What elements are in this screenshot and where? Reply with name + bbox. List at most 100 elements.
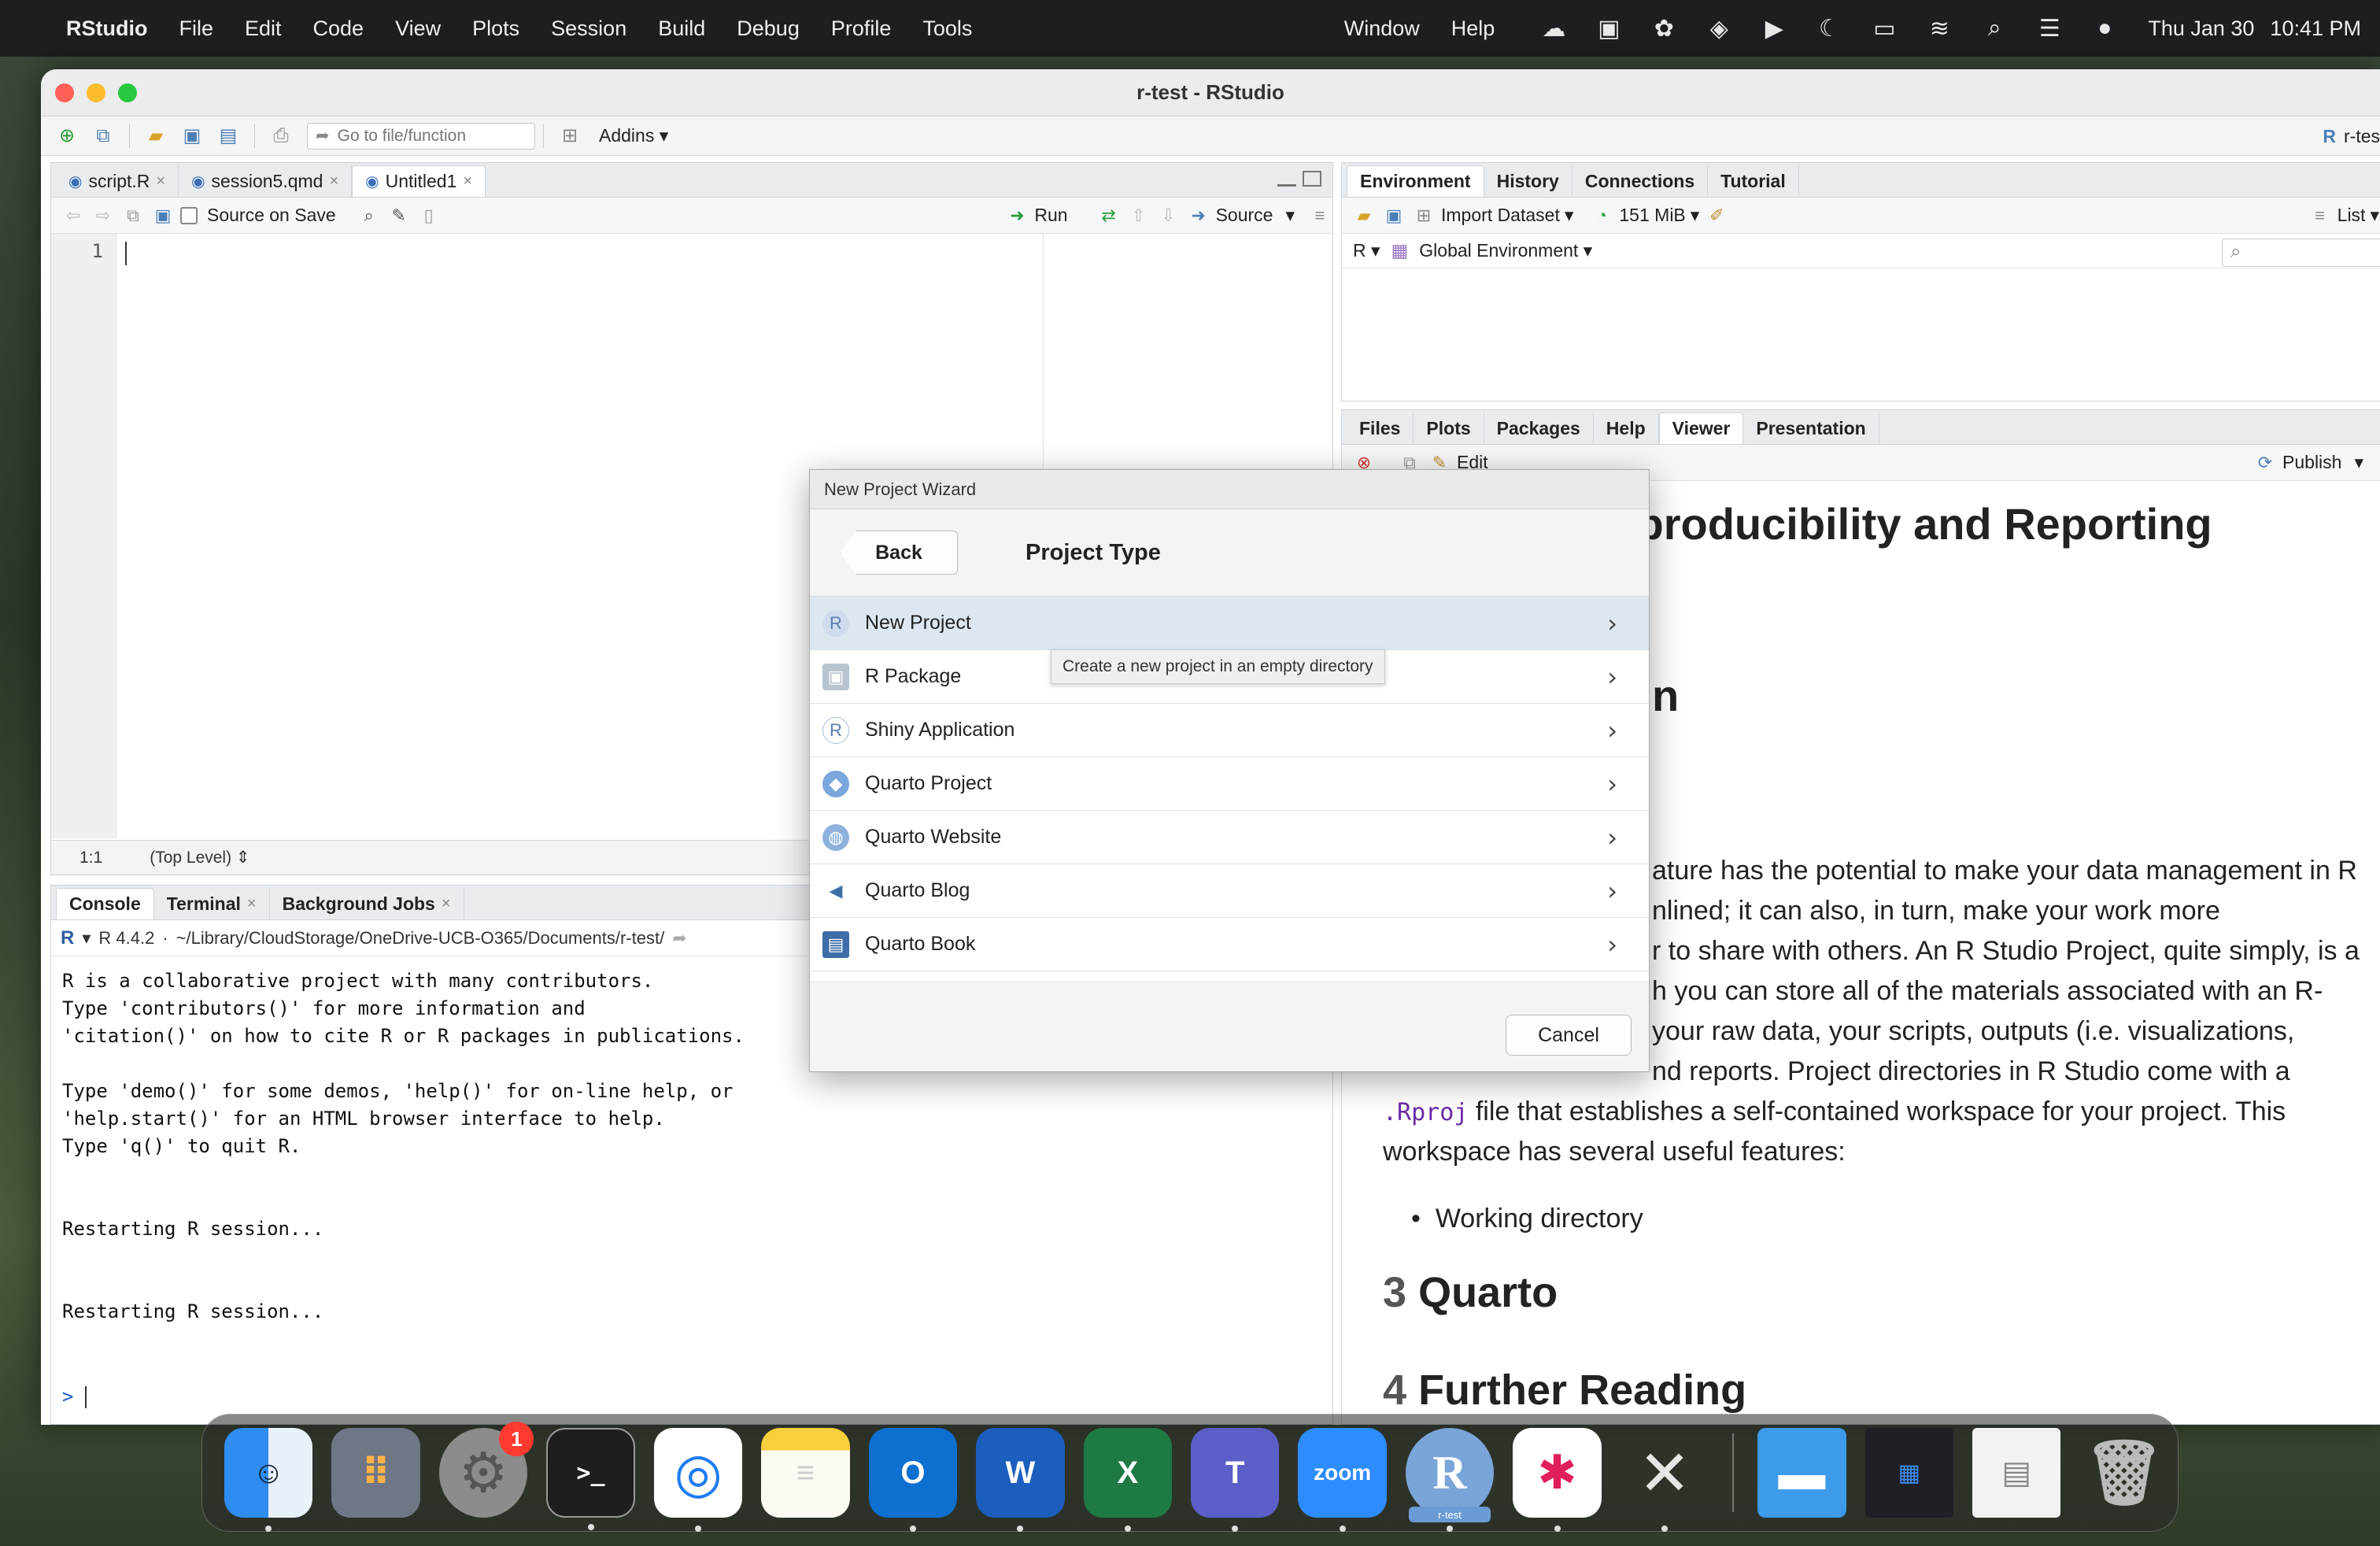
siri-icon[interactable]: ● (2090, 14, 2119, 43)
close-window-button[interactable] (55, 83, 74, 102)
menu-plots[interactable]: Plots (472, 17, 519, 41)
forward-arrow-icon[interactable]: ⇨ (91, 204, 116, 227)
console-prompt[interactable]: > (62, 1385, 87, 1408)
tab-plots[interactable]: Plots (1414, 412, 1484, 444)
new-file-icon[interactable]: ⊕ (54, 124, 80, 148)
tab-tutorial[interactable]: Tutorial (1708, 165, 1799, 197)
environment-search-input[interactable]: ⌕ (2222, 239, 2380, 267)
dock-notes[interactable]: ≡ (761, 1428, 850, 1518)
minimize-window-button[interactable] (87, 83, 105, 102)
dock-recent-document[interactable]: ▤ (1972, 1428, 2061, 1518)
project-type-quarto-project[interactable]: ◆ Quarto Project › (810, 757, 1649, 811)
import-dataset-button[interactable]: Import Dataset (1441, 205, 1560, 226)
load-workspace-icon[interactable]: ▰ (1351, 204, 1377, 227)
wifi-icon[interactable]: ≋ (1925, 14, 1953, 43)
tab-untitled1[interactable]: ◉ Untitled1 × (352, 165, 486, 197)
tab-packages[interactable]: Packages (1484, 412, 1594, 444)
tab-session5-qmd[interactable]: ◉ session5.qmd × (179, 165, 353, 197)
dock-slack[interactable]: ✱ (1513, 1428, 1602, 1532)
dock-trash[interactable]: 🗑 (2079, 1428, 2168, 1518)
goto-file-input[interactable]: ➦ Go to file/function (307, 122, 535, 150)
dock-outlook[interactable]: O (868, 1428, 958, 1532)
close-tab-icon[interactable]: × (463, 172, 472, 190)
dock-documents-folder[interactable]: ▬ (1757, 1428, 1846, 1518)
control-center-icon[interactable]: ☰ (2035, 14, 2064, 43)
project-type-new-project[interactable]: R New Project › (810, 597, 1649, 650)
dock-rstudio[interactable]: R r-test (1405, 1428, 1495, 1532)
tab-connections[interactable]: Connections (1572, 165, 1709, 197)
tab-environment[interactable]: Environment (1347, 165, 1484, 197)
tab-files[interactable]: Files (1347, 412, 1414, 444)
battery-icon[interactable]: ▭ (1870, 14, 1898, 43)
find-icon[interactable]: ⌕ (357, 204, 382, 227)
menu-app-rstudio[interactable]: RStudio (66, 17, 147, 41)
magic-wand-icon[interactable]: ✎ (386, 204, 412, 227)
dock-word[interactable]: W (976, 1428, 1065, 1532)
dock-recent-zoom-window[interactable]: ▦ (1864, 1428, 1954, 1518)
menu-profile[interactable]: Profile (831, 17, 892, 41)
dock-launchpad[interactable]: ⠿ (331, 1428, 420, 1518)
tab-viewer[interactable]: Viewer (1658, 412, 1744, 444)
project-menu[interactable]: R r-tes (2323, 126, 2380, 147)
run-button[interactable]: Run (1034, 205, 1067, 226)
source-dropdown-icon[interactable]: ▾ (1285, 205, 1295, 226)
publish-button[interactable]: Publish (2282, 452, 2341, 473)
clear-broom-icon[interactable]: ✐ (1704, 204, 1729, 227)
clock-date[interactable]: Thu Jan 30 (2148, 17, 2254, 41)
dock-xquartz[interactable]: ✕ (1621, 1428, 1709, 1532)
save-icon[interactable]: ▣ (179, 124, 205, 148)
close-tab-icon[interactable]: × (329, 172, 338, 190)
tab-presentation[interactable]: Presentation (1743, 412, 1879, 444)
zoom-window-button[interactable] (118, 83, 137, 102)
go-down-icon[interactable]: ⇩ (1156, 204, 1181, 227)
save-all-icon[interactable]: ▤ (215, 124, 242, 148)
dock-teams[interactable]: T (1191, 1428, 1280, 1532)
project-type-quarto-book[interactable]: ▤ Quarto Book › (810, 918, 1649, 971)
open-file-icon[interactable]: ▰ (142, 124, 169, 148)
show-in-window-icon[interactable]: ⧉ (120, 204, 146, 227)
compile-report-icon[interactable]: ▯ (416, 204, 442, 227)
close-tab-icon[interactable]: × (156, 172, 165, 190)
back-button[interactable]: Back (840, 531, 958, 575)
tab-background-jobs[interactable]: Background Jobs × (270, 888, 464, 919)
menu-edit[interactable]: Edit (245, 17, 282, 41)
tab-script-r[interactable]: ◉ script.R × (56, 165, 179, 197)
play-icon[interactable]: ▶ (1760, 14, 1788, 43)
clock-time[interactable]: 10:41 PM (2270, 17, 2361, 41)
dock-safari[interactable]: ◎ (653, 1428, 743, 1532)
r-logo-icon[interactable]: R (61, 927, 74, 949)
memory-usage[interactable]: 151 MiB (1619, 205, 1685, 226)
project-type-shiny-application[interactable]: R Shiny Application › (810, 704, 1649, 757)
scope-selector[interactable]: (Top Level) ⇕ (150, 848, 249, 867)
menu-code[interactable]: Code (313, 17, 364, 41)
menu-view[interactable]: View (395, 17, 441, 41)
source-button[interactable]: Source (1216, 205, 1273, 226)
go-to-directory-icon[interactable]: ➦ (672, 928, 686, 949)
pane-resize-controls[interactable] (1277, 171, 1321, 187)
project-type-quarto-website[interactable]: ◍ Quarto Website › (810, 811, 1649, 864)
dock-zoom[interactable]: zoom (1298, 1428, 1387, 1532)
grid-layout-icon[interactable]: ⊞ (556, 124, 583, 148)
dock-finder[interactable]: ☺ (224, 1428, 313, 1532)
spotlight-search-icon[interactable]: ⌕ (1980, 14, 2009, 43)
cancel-button[interactable]: Cancel (1506, 1015, 1632, 1056)
project-type-quarto-blog[interactable]: ◀ Quarto Blog › (810, 864, 1649, 918)
go-up-icon[interactable]: ⇧ (1126, 204, 1151, 227)
global-environment-selector[interactable]: Global Environment ▾ (1419, 240, 1592, 261)
tab-history[interactable]: History (1484, 165, 1572, 197)
menu-session[interactable]: Session (551, 17, 626, 41)
menu-window[interactable]: Window (1344, 17, 1420, 41)
r-language-selector[interactable]: R ▾ (1353, 240, 1380, 261)
save-workspace-icon[interactable]: ▣ (1381, 204, 1406, 227)
app-status-icon[interactable]: ◈ (1705, 14, 1733, 43)
dock-system-settings[interactable]: ⚙ 1 (438, 1422, 534, 1518)
r-version-dropdown-icon[interactable]: ▾ (82, 928, 91, 949)
list-dropdown-icon[interactable]: ▾ (2370, 205, 2379, 226)
save-icon[interactable]: ▣ (150, 204, 176, 227)
source-on-save-checkbox[interactable] (180, 206, 198, 224)
print-icon[interactable]: ⎙ (268, 124, 294, 148)
outline-icon[interactable]: ≡ (1307, 204, 1332, 227)
tab-help[interactable]: Help (1594, 412, 1659, 444)
menu-tools[interactable]: Tools (922, 17, 972, 41)
close-tab-icon[interactable]: × (442, 895, 451, 913)
